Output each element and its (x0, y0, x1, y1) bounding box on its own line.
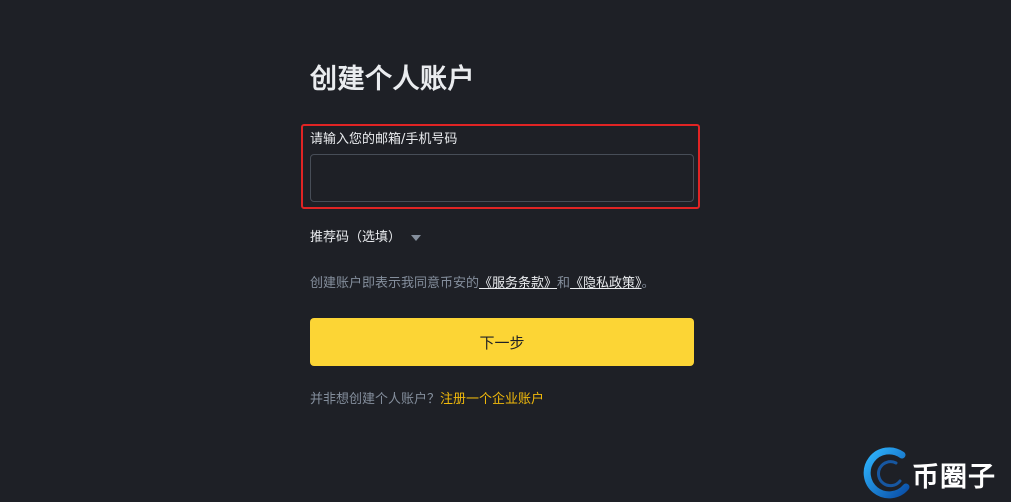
alt-account-prompt: 并非想创建个人账户？注册一个企业账户 (310, 391, 544, 409)
signup-page: 创建个人账户 请输入您的邮箱/手机号码 推荐码（选填） 创建账户即表示我同意币安… (0, 0, 1011, 502)
referral-code-toggle[interactable]: 推荐码（选填） (310, 229, 422, 247)
email-phone-input[interactable] (310, 154, 694, 202)
terms-of-service-link[interactable]: 《服务条款》 (479, 276, 557, 291)
watermark: 币圈子 (862, 446, 1011, 502)
privacy-policy-link[interactable]: 《隐私政策》 (570, 276, 642, 291)
referral-code-label: 推荐码（选填） (310, 230, 402, 245)
terms-prefix: 创建账户即表示我同意币安的 (310, 276, 480, 291)
terms-and: 和 (557, 276, 571, 291)
terms-statement: 创建账户即表示我同意币安的《服务条款》和《隐私政策》。 (310, 275, 655, 293)
email-phone-label: 请输入您的邮箱/手机号码 (310, 132, 458, 147)
register-business-account-link[interactable]: 注册一个企业账户 (440, 392, 544, 407)
page-title: 创建个人账户 (310, 64, 475, 95)
watermark-text: 币圈子 (912, 461, 996, 493)
terms-suffix: 。 (641, 276, 655, 291)
next-step-button[interactable]: 下一步 (310, 318, 694, 366)
alt-prompt-text: 并非想创建个人账户？ (310, 392, 441, 407)
caret-down-icon (411, 235, 422, 241)
ring-logo-icon (863, 447, 910, 499)
